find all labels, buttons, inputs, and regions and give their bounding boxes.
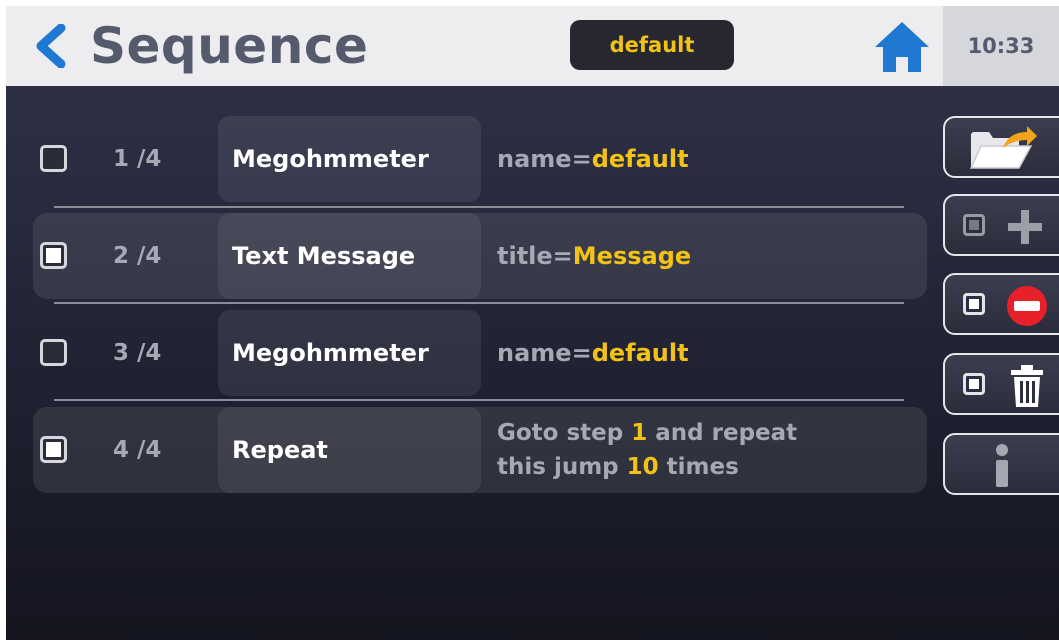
row-divider xyxy=(54,206,904,208)
step-parameter[interactable]: name= default xyxy=(497,116,927,202)
param-value: Message xyxy=(572,242,692,270)
plus-icon xyxy=(1008,210,1042,244)
param-value: default xyxy=(591,339,689,367)
step-checkbox[interactable] xyxy=(40,242,67,269)
header-bar: Sequence default 10:33 xyxy=(6,6,1059,86)
checkbox-icon xyxy=(963,293,985,315)
repeat-count-value: 10 xyxy=(626,454,659,480)
remove-step-button[interactable] xyxy=(943,273,1059,335)
step-type-button[interactable]: Text Message xyxy=(218,213,481,299)
step-index: 4 /4 xyxy=(113,437,162,463)
step-row[interactable]: 4 /4 Repeat Goto step 1 and repeat this … xyxy=(33,407,927,493)
row-divider xyxy=(54,399,904,401)
param-text: this jump xyxy=(497,454,627,480)
step-row[interactable]: 2 /4 Text Message title= Message xyxy=(33,213,927,299)
param-key: name= xyxy=(497,145,592,173)
step-checkbox[interactable] xyxy=(40,145,67,172)
param-text: and repeat xyxy=(647,420,798,446)
row-divider xyxy=(54,302,904,304)
minus-circle-icon xyxy=(1007,286,1047,326)
folder-open-icon xyxy=(969,126,1037,169)
param-key: title= xyxy=(497,242,573,270)
info-icon xyxy=(996,444,1008,487)
checkbox-icon xyxy=(963,373,985,395)
trash-icon xyxy=(1011,365,1043,407)
checkbox-icon xyxy=(963,214,985,236)
chevron-left-icon xyxy=(36,24,66,68)
step-parameter[interactable]: name= default xyxy=(497,310,927,396)
home-icon xyxy=(875,22,929,72)
param-line-1: Goto step 1 and repeat xyxy=(497,416,797,450)
step-type-button[interactable]: Megohmmeter xyxy=(218,116,481,202)
step-parameter[interactable]: Goto step 1 and repeat this jump 10 time… xyxy=(497,407,927,493)
step-parameter[interactable]: title= Message xyxy=(497,213,927,299)
param-text: Goto step xyxy=(497,420,632,446)
param-line-2: this jump 10 times xyxy=(497,450,739,484)
home-button[interactable] xyxy=(870,18,934,76)
step-index: 3 /4 xyxy=(113,340,162,366)
delete-button[interactable] xyxy=(943,353,1059,415)
step-type-button[interactable]: Megohmmeter xyxy=(218,310,481,396)
step-checkbox[interactable] xyxy=(40,436,67,463)
step-checkbox[interactable] xyxy=(40,339,67,366)
param-value: default xyxy=(591,145,689,173)
goto-step-value: 1 xyxy=(631,420,648,446)
back-button[interactable] xyxy=(24,20,76,72)
sequence-screen: Sequence default 10:33 1 /4 Megohmmeter … xyxy=(6,6,1059,640)
step-index: 2 /4 xyxy=(113,243,162,269)
open-folder-button[interactable] xyxy=(943,116,1059,178)
step-row[interactable]: 1 /4 Megohmmeter name= default xyxy=(33,116,927,202)
page-title: Sequence xyxy=(90,17,369,75)
clock: 10:33 xyxy=(943,6,1059,86)
param-key: name= xyxy=(497,339,592,367)
param-text: times xyxy=(658,454,739,480)
add-step-button[interactable] xyxy=(943,194,1059,256)
sequence-name-badge[interactable]: default xyxy=(570,20,734,70)
step-row[interactable]: 3 /4 Megohmmeter name= default xyxy=(33,310,927,396)
info-button[interactable] xyxy=(943,433,1059,495)
step-type-button[interactable]: Repeat xyxy=(218,407,481,493)
step-index: 1 /4 xyxy=(113,146,162,172)
